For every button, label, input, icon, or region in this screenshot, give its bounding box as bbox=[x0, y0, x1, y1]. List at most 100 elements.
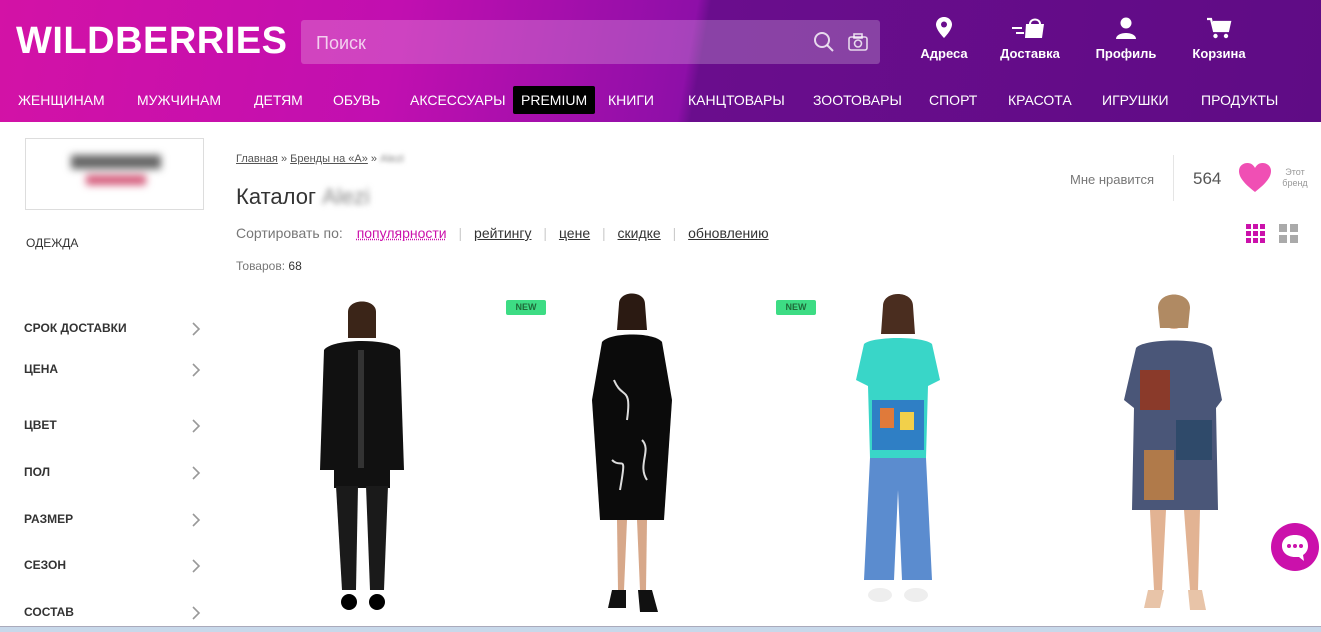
filter-label: СЕЗОН bbox=[24, 558, 67, 572]
taskbar bbox=[0, 626, 1321, 632]
sort-option-rating[interactable]: рейтингу bbox=[474, 225, 531, 241]
search-icon[interactable] bbox=[813, 31, 835, 53]
breadcrumb-separator: » bbox=[280, 153, 288, 165]
chevron-right-icon bbox=[192, 606, 201, 620]
sort-option-updated[interactable]: обновлению bbox=[688, 225, 768, 241]
chevron-right-icon bbox=[192, 419, 201, 433]
likes-label: Мне нравится bbox=[1070, 172, 1155, 187]
chevron-right-icon bbox=[192, 363, 201, 377]
chevron-right-icon bbox=[192, 559, 201, 573]
product-card[interactable] bbox=[502, 290, 762, 620]
brand-logo-box[interactable] bbox=[25, 138, 204, 210]
brand-logo bbox=[71, 155, 161, 185]
sort-divider: | bbox=[602, 225, 606, 241]
filter-price[interactable]: ЦЕНА bbox=[24, 362, 204, 384]
filter-label: ПОЛ bbox=[24, 465, 51, 479]
nav-item-stationery[interactable]: КАНЦТОВАРЫ bbox=[688, 86, 785, 114]
sort-option-price[interactable]: цене bbox=[559, 225, 590, 241]
filter-label: ЦВЕТ bbox=[24, 418, 57, 432]
nav-item-sport[interactable]: СПОРТ bbox=[929, 86, 977, 114]
breadcrumb-current: Alezi bbox=[380, 153, 404, 165]
product-image bbox=[1124, 294, 1222, 610]
filter-color[interactable]: ЦВЕТ bbox=[24, 418, 204, 440]
breadcrumb: Главная » Бренды на «А» » Alezi bbox=[236, 153, 404, 165]
site-header: WILDBERRIES Поиск Адреса Доставка Профил… bbox=[0, 0, 1321, 122]
page-title-brand: Alezi bbox=[322, 184, 370, 209]
delivery-label: Доставка bbox=[1000, 46, 1060, 61]
like-brand-caption: Этот бренд bbox=[1275, 167, 1315, 189]
divider bbox=[1173, 155, 1174, 201]
profile-label: Профиль bbox=[1095, 46, 1157, 61]
addresses-label: Адреса bbox=[920, 46, 968, 61]
profile-icon bbox=[1116, 17, 1136, 39]
sort-bar: Сортировать по: популярности | рейтингу … bbox=[236, 225, 777, 241]
sort-option-discount[interactable]: скидке bbox=[618, 225, 661, 241]
sort-option-popularity[interactable]: популярности bbox=[357, 225, 447, 241]
filter-season[interactable]: СЕЗОН bbox=[24, 558, 204, 580]
nav-item-toys[interactable]: ИГРУШКИ bbox=[1102, 86, 1169, 114]
filter-label: СОСТАВ bbox=[24, 605, 74, 619]
grid-large-icon bbox=[1279, 224, 1298, 243]
breadcrumb-home[interactable]: Главная bbox=[236, 153, 278, 165]
chevron-right-icon bbox=[192, 466, 201, 480]
filter-composition[interactable]: СОСТАВ bbox=[24, 605, 204, 627]
chevron-right-icon bbox=[192, 322, 201, 336]
delivery-icon bbox=[1012, 18, 1044, 38]
cart-icon bbox=[1207, 17, 1232, 39]
product-card[interactable] bbox=[768, 290, 1028, 620]
nav-item-beauty[interactable]: КРАСОТА bbox=[1008, 86, 1072, 114]
filter-delivery-time[interactable]: СРОК ДОСТАВКИ bbox=[24, 321, 204, 343]
delivery-button[interactable]: Доставка bbox=[985, 16, 1075, 61]
grid-large-view-toggle[interactable] bbox=[1279, 224, 1299, 249]
nav-item-food[interactable]: ПРОДУКТЫ bbox=[1201, 86, 1278, 114]
grid-small-view-toggle[interactable] bbox=[1246, 224, 1266, 249]
cart-label: Корзина bbox=[1192, 46, 1246, 61]
sort-divider: | bbox=[672, 225, 677, 241]
page-title-text: Каталог bbox=[236, 184, 316, 209]
product-card[interactable] bbox=[1040, 290, 1300, 620]
like-brand-line1: Этот bbox=[1285, 167, 1305, 177]
chat-icon bbox=[1282, 535, 1308, 561]
filter-label: РАЗМЕР bbox=[24, 512, 74, 526]
sort-divider: | bbox=[458, 225, 463, 241]
profile-button[interactable]: Профиль bbox=[1081, 16, 1171, 61]
logo[interactable]: WILDBERRIES bbox=[16, 20, 288, 63]
heart-icon[interactable] bbox=[1238, 162, 1272, 194]
addresses-button[interactable]: Адреса bbox=[899, 16, 989, 61]
product-count: Товаров: 68 bbox=[236, 259, 302, 273]
category-label[interactable]: ОДЕЖДА bbox=[26, 236, 78, 250]
nav-item-men[interactable]: МУЖЧИНАМ bbox=[137, 86, 221, 114]
sort-divider: | bbox=[543, 225, 548, 241]
nav-item-premium[interactable]: PREMIUM bbox=[513, 86, 596, 114]
chevron-right-icon bbox=[192, 513, 201, 527]
product-image bbox=[856, 294, 940, 602]
breadcrumb-separator: » bbox=[370, 153, 378, 165]
product-count-value: 68 bbox=[288, 259, 302, 273]
grid-small-icon bbox=[1246, 224, 1265, 243]
product-image bbox=[320, 301, 404, 610]
filter-label: СРОК ДОСТАВКИ bbox=[24, 321, 127, 335]
search-input[interactable]: Поиск bbox=[301, 20, 880, 64]
filter-label: ЦЕНА bbox=[24, 362, 59, 376]
filter-size[interactable]: РАЗМЕР bbox=[24, 512, 204, 534]
nav-item-shoes[interactable]: ОБУВЬ bbox=[333, 86, 380, 114]
nav-item-women[interactable]: ЖЕНЩИНАМ bbox=[18, 86, 105, 114]
breadcrumb-brands[interactable]: Бренды на «А» bbox=[290, 153, 368, 165]
cart-button[interactable]: Корзина bbox=[1174, 16, 1264, 61]
nav-item-pets[interactable]: ЗООТОВАРЫ bbox=[813, 86, 902, 114]
filter-gender[interactable]: ПОЛ bbox=[24, 465, 204, 487]
product-card[interactable] bbox=[232, 290, 492, 620]
nav-item-books[interactable]: КНИГИ bbox=[608, 86, 654, 114]
nav-item-accessories[interactable]: АКСЕССУАРЫ bbox=[410, 86, 506, 114]
product-count-label: Товаров: bbox=[236, 259, 286, 273]
nav-item-kids[interactable]: ДЕТЯМ bbox=[254, 86, 303, 114]
like-brand-line2: бренд bbox=[1282, 178, 1308, 188]
likes-count: 564 bbox=[1193, 169, 1222, 188]
page-title: Каталог Alezi bbox=[236, 184, 370, 210]
product-image bbox=[592, 293, 672, 612]
chat-button[interactable] bbox=[1271, 523, 1319, 571]
location-pin-icon bbox=[936, 17, 952, 38]
camera-icon[interactable] bbox=[847, 31, 869, 53]
main-nav: ЖЕНЩИНАМ МУЖЧИНАМ ДЕТЯМ ОБУВЬ АКСЕССУАРЫ… bbox=[0, 86, 1321, 116]
sort-label: Сортировать по: bbox=[236, 225, 343, 241]
